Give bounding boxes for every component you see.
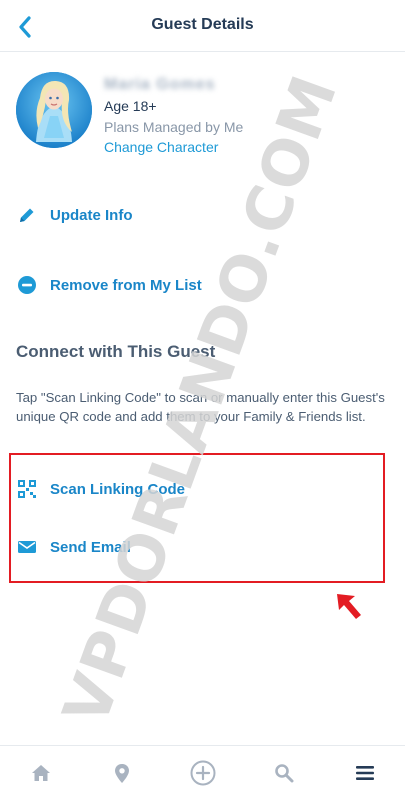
add-circle-icon <box>190 760 215 786</box>
header: Guest Details <box>0 0 405 52</box>
elsa-character-avatar <box>16 72 92 148</box>
page-title: Guest Details <box>151 16 254 33</box>
tab-map[interactable] <box>102 753 142 793</box>
guest-age: Age 18+ <box>104 98 157 114</box>
home-icon <box>31 765 50 781</box>
menu-icon <box>355 766 374 780</box>
tab-home[interactable] <box>21 753 61 793</box>
connect-description: Tap "Scan Linking Code" to scan or manua… <box>16 390 385 424</box>
bottom-tab-bar <box>0 745 405 800</box>
plans-managed-text: Plans Managed by Me <box>104 119 244 135</box>
minus-circle-icon <box>16 274 38 296</box>
red-arrow-icon <box>337 594 361 619</box>
tab-add[interactable] <box>183 753 223 793</box>
location-pin-icon <box>114 763 129 783</box>
pencil-icon <box>16 204 38 226</box>
update-info-button[interactable]: Update Info <box>16 204 133 226</box>
highlight-box <box>9 453 385 583</box>
guest-name: Maria Gomes <box>104 76 216 93</box>
avatar <box>16 72 92 148</box>
change-character-link[interactable]: Change Character <box>104 139 218 155</box>
update-info-label: Update Info <box>50 206 133 224</box>
guest-profile: Maria Gomes Age 18+ Plans Managed by Me … <box>16 72 396 162</box>
remove-from-list-button[interactable]: Remove from My List <box>16 274 202 296</box>
search-icon <box>274 764 293 783</box>
remove-from-list-label: Remove from My List <box>50 276 202 294</box>
tab-search[interactable] <box>264 753 304 793</box>
connect-section-title: Connect with This Guest <box>16 342 216 361</box>
tab-menu[interactable] <box>345 753 385 793</box>
